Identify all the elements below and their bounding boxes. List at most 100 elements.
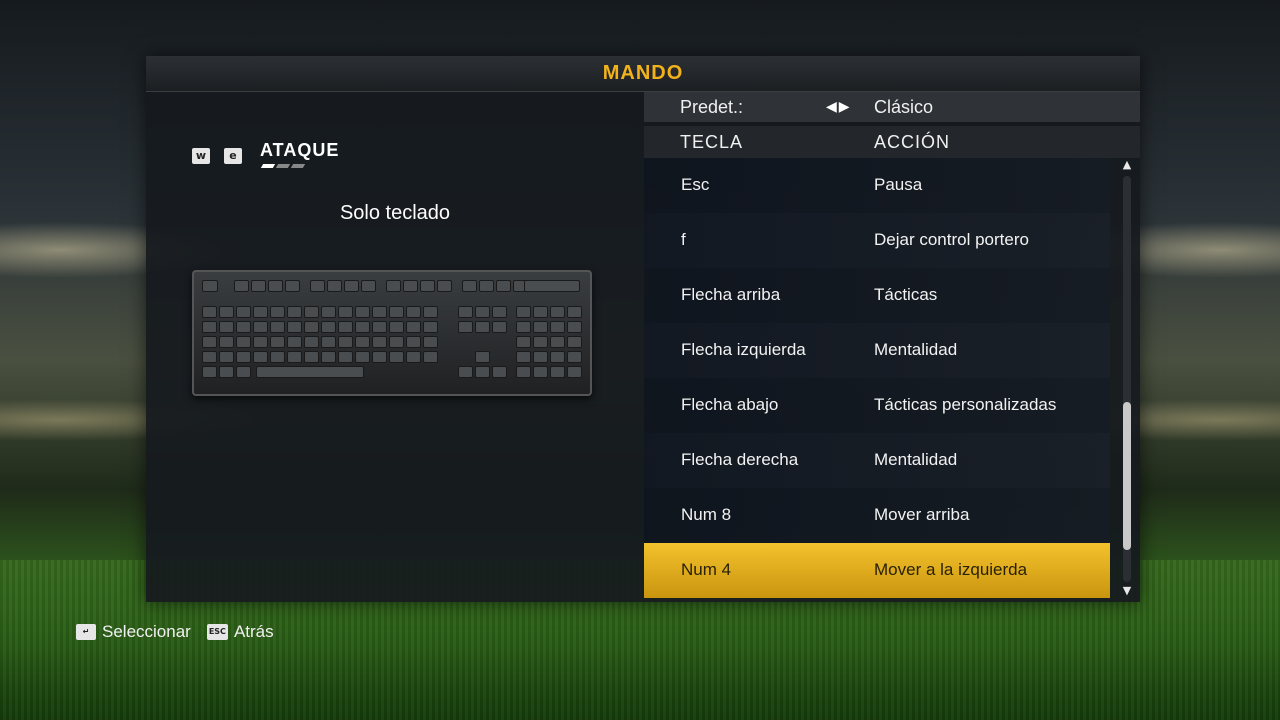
keyboard-key bbox=[475, 351, 490, 363]
keyboard-key bbox=[251, 280, 266, 292]
keyboard-key bbox=[458, 321, 473, 333]
table-row[interactable]: Num 8 Mover arriba bbox=[644, 488, 1110, 543]
keyboard-key bbox=[287, 321, 302, 333]
table-row[interactable]: Flecha izquierda Mentalidad bbox=[644, 323, 1110, 378]
enter-key-icon: ↵ bbox=[76, 624, 96, 640]
keyboard-key bbox=[550, 336, 565, 348]
keyboard-key bbox=[475, 321, 490, 333]
keyboard-key bbox=[533, 306, 548, 318]
keyboard-key bbox=[219, 306, 234, 318]
keyboard-key bbox=[253, 336, 268, 348]
keyboard-key bbox=[475, 366, 490, 378]
keyboard-key bbox=[462, 280, 477, 292]
keyboard-key bbox=[389, 306, 404, 318]
keyboard-key bbox=[355, 306, 370, 318]
keyboard-key bbox=[236, 321, 251, 333]
preset-selector[interactable]: Predet.: ◀▶ Clásico bbox=[644, 92, 1140, 122]
column-header-key: TECLA bbox=[680, 132, 744, 152]
scroll-down-arrow-icon[interactable]: ▼ bbox=[1119, 584, 1135, 597]
keyboard-key bbox=[236, 366, 251, 378]
keyboard-key bbox=[361, 280, 376, 292]
column-header-action: ACCIÓN bbox=[874, 132, 951, 152]
keyboard-key bbox=[270, 351, 285, 363]
keyboard-key bbox=[236, 306, 251, 318]
keyboard-key bbox=[202, 321, 217, 333]
keyboard-key bbox=[321, 306, 336, 318]
table-row-selected[interactable]: Num 4 Mover a la izquierda bbox=[644, 543, 1110, 598]
keyboard-key bbox=[389, 336, 404, 348]
keyboard-key bbox=[219, 321, 234, 333]
keyboard-key bbox=[423, 306, 438, 318]
column-headers: TECLA ACCIÓN bbox=[644, 126, 1140, 158]
keyboard-key bbox=[321, 336, 336, 348]
keyboard-key bbox=[516, 306, 531, 318]
scroll-thumb[interactable] bbox=[1123, 402, 1131, 550]
keyboard-key bbox=[253, 306, 268, 318]
keyboard-key bbox=[321, 351, 336, 363]
keyboard-key bbox=[420, 280, 435, 292]
keyboard-key bbox=[479, 280, 494, 292]
keyboard-key bbox=[550, 366, 565, 378]
keyboard-key bbox=[355, 336, 370, 348]
keyboard-key bbox=[406, 351, 421, 363]
controls-panel: MANDO w e ATAQUE Solo teclado Predet.: ◀… bbox=[146, 56, 1140, 602]
row-key: f bbox=[681, 230, 686, 249]
keyboard-key bbox=[202, 280, 218, 292]
row-key: Flecha arriba bbox=[681, 285, 781, 304]
e-key-badge-icon[interactable]: e bbox=[224, 148, 242, 164]
keyboard-key bbox=[533, 336, 548, 348]
table-row[interactable]: Esc Pausa bbox=[644, 158, 1110, 213]
row-action: Tácticas bbox=[874, 285, 938, 304]
row-action: Mover a la izquierda bbox=[874, 560, 1028, 579]
keyboard-key bbox=[406, 321, 421, 333]
key-binding-list: Esc Pausa f Dejar control portero Flecha… bbox=[644, 158, 1110, 602]
preset-value: Clásico bbox=[874, 97, 934, 117]
panel-header: MANDO bbox=[146, 56, 1140, 92]
keyboard-key bbox=[533, 321, 548, 333]
keyboard-key bbox=[389, 321, 404, 333]
select-hint[interactable]: ↵ Seleccionar bbox=[76, 622, 191, 642]
scroll-up-arrow-icon[interactable]: ▲ bbox=[1119, 158, 1135, 171]
keyboard-key bbox=[458, 306, 473, 318]
page-title: MANDO bbox=[602, 62, 684, 84]
keyboard-key bbox=[270, 321, 285, 333]
keyboard-key bbox=[219, 336, 234, 348]
keyboard-key bbox=[304, 306, 319, 318]
table-row[interactable]: Flecha derecha Mentalidad bbox=[644, 433, 1110, 488]
keyboard-key bbox=[321, 321, 336, 333]
keyboard-key bbox=[372, 321, 387, 333]
row-key: Flecha izquierda bbox=[681, 340, 806, 359]
keyboard-key bbox=[372, 306, 387, 318]
table-row[interactable]: Flecha arriba Tácticas bbox=[644, 268, 1110, 323]
keyboard-key bbox=[304, 351, 319, 363]
w-key-badge-icon[interactable]: w bbox=[192, 148, 210, 164]
keyboard-key bbox=[496, 280, 511, 292]
keyboard-key bbox=[372, 336, 387, 348]
keyboard-key bbox=[567, 306, 582, 318]
keyboard-key bbox=[524, 280, 580, 292]
keyboard-key bbox=[406, 306, 421, 318]
keyboard-key bbox=[202, 351, 217, 363]
keyboard-key bbox=[492, 321, 507, 333]
keyboard-key bbox=[533, 366, 548, 378]
table-row[interactable]: f Dejar control portero bbox=[644, 213, 1110, 268]
back-hint[interactable]: ESC Atrás bbox=[206, 622, 274, 642]
row-key: Flecha derecha bbox=[681, 450, 799, 469]
keyboard-key bbox=[533, 351, 548, 363]
list-scrollbar[interactable]: ▲ ▼ bbox=[1119, 158, 1135, 602]
row-action: Mover arriba bbox=[874, 505, 970, 524]
keyboard-key bbox=[516, 321, 531, 333]
keyboard-key bbox=[270, 306, 285, 318]
keyboard-key bbox=[567, 336, 582, 348]
left-right-arrows-icon[interactable]: ◀▶ bbox=[826, 99, 852, 115]
keyboard-key bbox=[338, 336, 353, 348]
keyboard-key bbox=[287, 306, 302, 318]
keyboard-key bbox=[202, 366, 217, 378]
keyboard-key bbox=[372, 351, 387, 363]
table-row[interactable]: Flecha abajo Tácticas personalizadas bbox=[644, 378, 1110, 433]
keyboard-key bbox=[475, 306, 490, 318]
keyboard-key bbox=[516, 366, 531, 378]
keyboard-key bbox=[406, 336, 421, 348]
section-page-indicator bbox=[260, 164, 306, 168]
select-label: Seleccionar bbox=[102, 622, 191, 641]
